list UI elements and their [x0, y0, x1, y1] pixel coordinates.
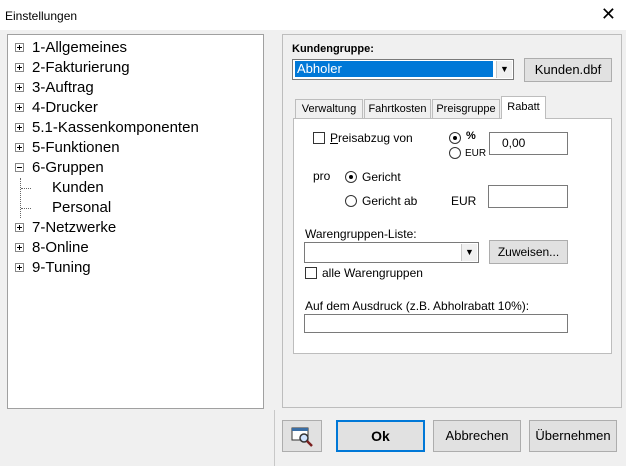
percent-label: %: [466, 130, 476, 142]
settings-window: Einstellungen ✕ 1-Allgemeines 2-Fakturie…: [0, 0, 626, 466]
tree-item-label: Personal: [52, 199, 112, 216]
expand-plus-icon[interactable]: [15, 143, 24, 152]
tab-verwaltung[interactable]: Verwaltung: [295, 99, 363, 118]
tree-item-label: 6-Gruppen: [32, 159, 104, 176]
expand-plus-icon[interactable]: [15, 63, 24, 72]
amount-input[interactable]: 0,00: [489, 132, 568, 155]
chevron-down-icon[interactable]: ▼: [461, 244, 477, 261]
preisabzug-checkbox[interactable]: [313, 132, 325, 144]
expand-plus-icon[interactable]: [15, 83, 24, 92]
alle-warengruppen-label: alle Warengruppen: [322, 266, 423, 280]
kundengruppe-label: Kundengruppe:: [292, 43, 374, 55]
expand-plus-icon[interactable]: [15, 43, 24, 52]
window-title: Einstellungen: [5, 9, 78, 23]
alle-warengruppen-checkbox[interactable]: [305, 267, 317, 279]
abbrechen-button[interactable]: Abbrechen: [433, 420, 521, 452]
tree-item-label: 8-Online: [32, 239, 89, 256]
title-bar: Einstellungen ✕: [0, 0, 626, 30]
tree-item-label: 7-Netzwerke: [32, 219, 117, 236]
tree-connector-h2: [21, 208, 31, 209]
settings-tree[interactable]: 1-Allgemeines 2-Fakturierung 3-Auftrag 4…: [7, 34, 264, 409]
eur-small-label: EUR: [465, 148, 487, 159]
tab-preisgruppe[interactable]: Preisgruppe: [432, 99, 500, 118]
tree-item-label: 4-Drucker: [32, 99, 98, 116]
pro-label: pro: [313, 169, 331, 183]
zuweisen-button[interactable]: Zuweisen...: [489, 240, 568, 264]
eur-input[interactable]: [488, 185, 568, 208]
tree-connector-line: [20, 178, 21, 218]
percent-radio[interactable]: [449, 132, 461, 144]
kundengruppe-select[interactable]: Abholer ▼: [292, 59, 514, 80]
expand-plus-icon[interactable]: [15, 223, 24, 232]
ausdruck-input[interactable]: [304, 314, 568, 333]
tree-item-label: Kunden: [52, 179, 104, 196]
warengruppen-label: Warengruppen-Liste:: [305, 227, 417, 241]
tree-item-label: 5-Funktionen: [32, 139, 120, 156]
kunden-dbf-button[interactable]: Kunden.dbf: [524, 58, 612, 82]
tree-connector-h1: [21, 188, 31, 189]
expand-plus-icon[interactable]: [15, 103, 24, 112]
gericht-ab-radio[interactable]: [345, 195, 357, 207]
preisabzug-label-rest: reisabzug von: [338, 131, 413, 145]
tab-fahrtkosten[interactable]: Fahrtkosten: [364, 99, 431, 118]
gericht-radio[interactable]: [345, 171, 357, 183]
close-icon[interactable]: ✕: [601, 4, 616, 24]
uebernehmen-button[interactable]: Übernehmen: [529, 420, 617, 452]
expand-plus-icon[interactable]: [15, 123, 24, 132]
chevron-down-icon[interactable]: ▼: [496, 61, 512, 78]
collapse-minus-icon[interactable]: [15, 163, 24, 172]
expand-plus-icon[interactable]: [15, 243, 24, 252]
magnifier-document-icon: [291, 427, 313, 447]
tree-item-label: 3-Auftrag: [32, 79, 94, 96]
tree-item-label: 2-Fakturierung: [32, 59, 130, 76]
search-tool-button[interactable]: [282, 420, 322, 452]
tree-item-label: 9-Tuning: [32, 259, 91, 276]
expand-plus-icon[interactable]: [15, 263, 24, 272]
button-bar-separator: [274, 410, 275, 466]
warengruppen-value: [307, 244, 458, 260]
ausdruck-label: Auf dem Ausdruck (z.B. Abholrabatt 10%):: [305, 299, 530, 313]
gericht-ab-label: Gericht ab: [362, 194, 418, 208]
preisabzug-label: Preisabzug von: [330, 131, 413, 145]
gericht-label: Gericht: [362, 170, 401, 184]
eur-label: EUR: [451, 194, 477, 208]
ok-button[interactable]: Ok: [336, 420, 425, 452]
warengruppen-select[interactable]: ▼: [304, 242, 479, 263]
tab-rabatt[interactable]: Rabatt: [501, 96, 546, 119]
tree-item-label: 1-Allgemeines: [32, 39, 128, 56]
tree-item-label: 5.1-Kassenkomponenten: [32, 119, 199, 136]
kundengruppe-value: Abholer: [295, 61, 493, 77]
eur-radio[interactable]: [449, 147, 461, 159]
